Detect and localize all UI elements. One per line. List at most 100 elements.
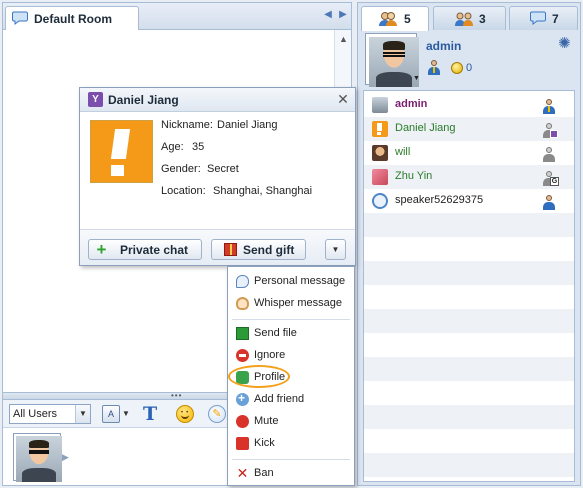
gear-icon[interactable]: ✺ xyxy=(558,36,572,51)
menu-item-send-file[interactable]: Send file xyxy=(230,323,352,345)
send-gift-button[interactable]: Send gift xyxy=(211,239,306,260)
send-file-icon xyxy=(236,327,249,340)
user-name: admin xyxy=(395,98,428,110)
chevron-down-icon[interactable]: ▼ xyxy=(75,405,90,423)
tab-groups[interactable]: 3 xyxy=(433,6,506,30)
menu-item-label: Whisper message xyxy=(254,297,343,309)
user-name: will xyxy=(395,146,411,158)
avatar-arrow-icon: ▶ xyxy=(62,452,69,462)
user-context-menu: Personal message Whisper message Send fi… xyxy=(227,266,355,486)
menu-item-label: Mute xyxy=(254,415,279,427)
list-item-zhu-yin[interactable]: Zhu Yin G xyxy=(364,165,574,189)
menu-item-whisper-message[interactable]: Whisper message xyxy=(230,293,352,315)
tab-online-users[interactable]: 5 xyxy=(361,6,429,31)
chat-bubble-icon xyxy=(12,11,28,25)
age-label: Age: xyxy=(161,141,184,153)
avatar-menu-arrow-icon[interactable]: ▼ xyxy=(413,75,420,82)
menu-item-mute[interactable]: Mute xyxy=(230,411,352,433)
menu-item-ignore[interactable]: Ignore xyxy=(230,345,352,367)
vip-badge-icon: Y xyxy=(88,92,103,107)
text-format-button[interactable]: T xyxy=(143,403,163,425)
current-user-card: ▼ admin 0 ✺ xyxy=(363,31,575,87)
user-avatar xyxy=(372,145,388,161)
tab-scroll-left-icon[interactable]: ◀ xyxy=(323,9,333,21)
menu-divider xyxy=(232,319,350,320)
font-button[interactable]: A xyxy=(102,405,120,423)
user-list: admin Daniel Jiang will Zhu Yin G speake… xyxy=(363,90,575,482)
profile-photo xyxy=(90,120,153,183)
users-icon xyxy=(379,12,397,26)
menu-item-label: Ignore xyxy=(254,349,286,361)
nickname-label: Nickname: xyxy=(161,119,213,131)
smiley-mouth xyxy=(181,415,189,419)
empty-row xyxy=(364,453,574,477)
user-avatar xyxy=(372,97,388,113)
menu-item-add-friend[interactable]: Add friend xyxy=(230,389,352,411)
menu-item-kick[interactable]: Kick xyxy=(230,433,352,455)
nickname-value: Daniel Jiang xyxy=(217,119,278,131)
mute-icon xyxy=(236,415,249,428)
tab-scroll-right-icon[interactable]: ▶ xyxy=(338,9,348,21)
user-avatar xyxy=(372,193,388,209)
avatar-photo xyxy=(16,436,62,482)
recipient-select[interactable]: All Users ▼ xyxy=(9,404,91,424)
plus-icon: + xyxy=(96,240,107,259)
chats-count: 7 xyxy=(552,12,559,26)
room-tab[interactable]: Default Room xyxy=(5,6,139,30)
current-user-avatar[interactable] xyxy=(365,33,419,87)
private-chat-label: Private chat xyxy=(120,243,189,257)
current-user-name[interactable]: admin xyxy=(426,39,461,53)
draw-pen-button[interactable]: ✎ xyxy=(208,405,226,423)
block-icon xyxy=(236,349,249,362)
empty-row xyxy=(364,405,574,429)
empty-row xyxy=(364,309,574,333)
list-item-will[interactable]: will xyxy=(364,141,574,165)
menu-item-label: Kick xyxy=(254,437,275,449)
menu-item-ban[interactable]: ✕ Ban xyxy=(230,463,352,485)
user-avatar xyxy=(372,121,388,137)
list-item-daniel-jiang[interactable]: Daniel Jiang xyxy=(364,117,574,141)
user-name: Daniel Jiang xyxy=(395,122,456,134)
private-chat-button[interactable]: + Private chat xyxy=(88,239,202,260)
kick-icon xyxy=(236,437,249,450)
avatar-photo xyxy=(369,37,419,87)
grip-icon: ••• xyxy=(171,391,183,400)
empty-row xyxy=(364,213,574,237)
person-shape xyxy=(427,60,441,75)
menu-item-personal-message[interactable]: Personal message xyxy=(230,271,352,293)
self-avatar[interactable] xyxy=(13,433,62,482)
location-label: Location: xyxy=(161,185,206,197)
emoji-button[interactable]: •• xyxy=(176,405,194,423)
send-gift-label: Send gift xyxy=(243,243,295,257)
menu-item-label: Ban xyxy=(254,467,274,479)
close-icon[interactable]: ✕ xyxy=(336,91,350,107)
gender-value: Secret xyxy=(207,163,239,175)
menu-item-label: Personal message xyxy=(254,275,346,287)
font-dropdown-arrow-icon[interactable]: ▼ xyxy=(122,409,130,418)
gift-icon xyxy=(224,243,237,256)
room-tab-bar: Default Room ◀ ▶ xyxy=(3,3,351,30)
user-avatar xyxy=(372,169,388,185)
location-value: Shanghai, Shanghai xyxy=(213,185,313,197)
recipient-select-value: All Users xyxy=(13,408,58,420)
menu-divider xyxy=(232,459,350,460)
popup-title: Daniel Jiang xyxy=(108,93,179,107)
scroll-up-icon[interactable]: ▲ xyxy=(339,34,348,44)
tab-chats[interactable]: 7 xyxy=(509,6,578,30)
admin-role-icon xyxy=(427,60,441,76)
users-panel: 5 3 7 ▼ admin 0 ✺ admin Daniel Jiang wil… xyxy=(357,2,581,486)
more-actions-button[interactable]: ▼ xyxy=(325,239,346,260)
user-name: Zhu Yin xyxy=(395,170,433,182)
popup-header: Y Daniel Jiang ✕ xyxy=(80,88,355,112)
list-item-admin[interactable]: admin xyxy=(364,93,574,117)
online-users-count: 5 xyxy=(404,12,411,26)
list-item-speaker[interactable]: speaker52629375 xyxy=(364,189,574,213)
ban-x-icon: ✕ xyxy=(236,465,249,481)
user-name: speaker52629375 xyxy=(395,194,484,206)
age-value: 35 xyxy=(192,141,205,153)
empty-row xyxy=(364,261,574,285)
speech-bubble-icon xyxy=(236,275,249,288)
chat-bubble-icon xyxy=(530,11,546,25)
menu-item-label: Send file xyxy=(254,327,297,339)
popup-footer: + Private chat Send gift ▼ xyxy=(80,229,355,265)
